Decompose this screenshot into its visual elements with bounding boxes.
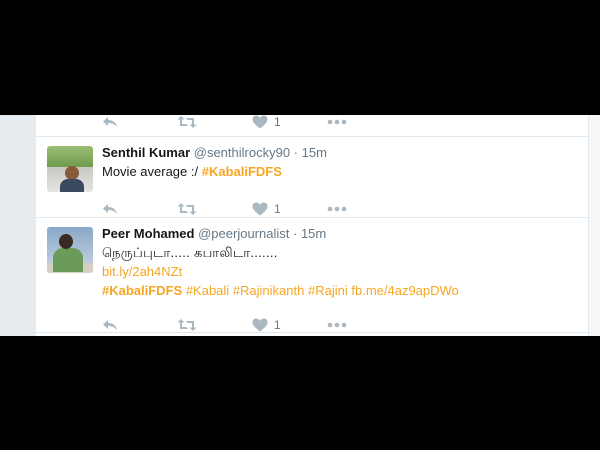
more-button[interactable] [327, 316, 347, 334]
more-icon [327, 322, 347, 328]
more-icon [327, 119, 347, 125]
header-separator: · [292, 226, 298, 241]
tweet-link[interactable]: fb.me/4az9apDWo [351, 283, 458, 298]
like-count: 1 [274, 318, 281, 332]
heart-icon [252, 115, 268, 129]
retweet-icon [177, 203, 197, 215]
tweet-actions: 1 [102, 316, 402, 334]
heart-icon [252, 318, 268, 332]
retweet-button[interactable] [177, 200, 197, 218]
reply-button[interactable] [102, 200, 118, 218]
author-name[interactable]: Peer Mohamed [102, 226, 194, 241]
tweet-item[interactable]: 1 [36, 115, 588, 137]
tweet-timestamp[interactable]: 15m [301, 226, 326, 241]
avatar[interactable] [47, 227, 93, 273]
reply-icon [103, 117, 117, 127]
hashtag-link[interactable]: #Rajinikanth [233, 283, 305, 298]
hashtag-link[interactable]: #KabaliFDFS [202, 164, 282, 179]
tweet-text-link-line: bit.ly/2ah4NZt [102, 262, 578, 281]
tweet-actions: 1 [102, 200, 402, 218]
like-count: 1 [274, 202, 281, 216]
like-button[interactable]: 1 [252, 200, 281, 218]
avatar[interactable] [47, 146, 93, 192]
reply-icon [103, 204, 117, 214]
tweet-link[interactable]: bit.ly/2ah4NZt [102, 264, 182, 279]
hashtag-link[interactable]: #Kabali [186, 283, 229, 298]
like-button[interactable]: 1 [252, 115, 281, 131]
tweet-stream[interactable]: 1 Senthil Kumar @senthilrocky90 · 15m Mo… [36, 115, 588, 336]
tweet-text: Movie average :/ #KabaliFDFS [102, 162, 578, 181]
heart-icon [252, 202, 268, 216]
author-handle[interactable]: @senthilrocky90 [194, 145, 290, 160]
hashtag-link[interactable]: #Rajini [308, 283, 348, 298]
tweet-text-plain: Movie average :/ [102, 164, 202, 179]
tweet-timestamp[interactable]: 15m [302, 145, 327, 160]
like-count: 1 [274, 115, 281, 129]
tweet-actions: 1 [102, 115, 402, 131]
tweet-item[interactable]: Peer Mohamed @peerjournalist · 15m நெருப… [36, 218, 588, 333]
tweet-text-tamil: நெருப்புடா..... கபாலிடா....... [102, 245, 278, 260]
tweet-header: Senthil Kumar @senthilrocky90 · 15m [102, 144, 578, 162]
more-icon [327, 206, 347, 212]
retweet-icon [177, 116, 197, 128]
reply-icon [103, 320, 117, 330]
reply-button[interactable] [102, 316, 118, 334]
timeline-viewport: 1 Senthil Kumar @senthilrocky90 · 15m Mo… [0, 115, 600, 336]
tweet-header: Peer Mohamed @peerjournalist · 15m [102, 225, 578, 243]
tweet-item[interactable]: Senthil Kumar @senthilrocky90 · 15m Movi… [36, 137, 588, 218]
hashtag-link[interactable]: #KabaliFDFS [102, 283, 182, 298]
like-button[interactable]: 1 [252, 316, 281, 334]
retweet-button[interactable] [177, 115, 197, 131]
more-button[interactable] [327, 200, 347, 218]
retweet-icon [177, 319, 197, 331]
more-button[interactable] [327, 115, 347, 131]
author-name[interactable]: Senthil Kumar [102, 145, 190, 160]
retweet-button[interactable] [177, 316, 197, 334]
tweet-hashtag-line: #KabaliFDFS #Kabali #Rajinikanth #Rajini… [102, 281, 578, 300]
scrollbar[interactable] [588, 115, 600, 336]
reply-button[interactable] [102, 115, 118, 131]
header-separator: · [293, 145, 299, 160]
author-handle[interactable]: @peerjournalist [198, 226, 289, 241]
